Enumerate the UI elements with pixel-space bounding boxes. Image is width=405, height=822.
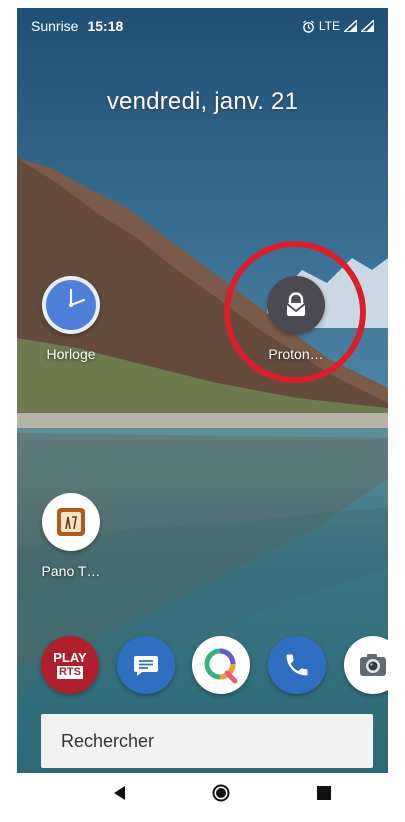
clock-icon xyxy=(42,276,100,334)
status-icons: LTE xyxy=(302,19,374,33)
play-rts-top: PLAY xyxy=(53,650,87,665)
app-pano[interactable]: Pano T… xyxy=(29,493,113,579)
alarm-icon xyxy=(302,19,314,33)
search-placeholder: Rechercher xyxy=(61,730,155,751)
status-time: 15:18 xyxy=(87,18,124,34)
play-rts-bottom: RTS xyxy=(56,666,83,679)
highlight-circle xyxy=(224,241,366,383)
date-widget[interactable]: vendredi, janv. 21 xyxy=(17,88,388,116)
signal-icon xyxy=(361,20,374,32)
search-bar[interactable]: Rechercher xyxy=(41,714,373,768)
back-icon[interactable] xyxy=(110,783,130,803)
app-label: Pano T… xyxy=(41,563,101,579)
home-icon[interactable] xyxy=(211,783,231,803)
phone-icon[interactable] xyxy=(268,636,326,694)
app-horloge[interactable]: Horloge xyxy=(29,276,113,362)
network-type: LTE xyxy=(318,19,340,33)
play-rts-icon[interactable]: PLAY RTS xyxy=(41,636,99,694)
messages-icon[interactable] xyxy=(117,636,175,694)
app-label: Horloge xyxy=(46,346,96,362)
carrier-name: Sunrise xyxy=(31,18,79,34)
recents-icon[interactable] xyxy=(314,783,334,803)
signal-icon xyxy=(344,20,357,32)
home-screen: Sunrise 15:18 LTE vendredi, janv. 21 Hor… xyxy=(17,8,388,813)
navigation-bar xyxy=(17,773,388,813)
qwant-icon[interactable] xyxy=(192,636,250,694)
pano-icon xyxy=(42,493,100,551)
status-bar: Sunrise 15:18 LTE xyxy=(17,8,388,44)
